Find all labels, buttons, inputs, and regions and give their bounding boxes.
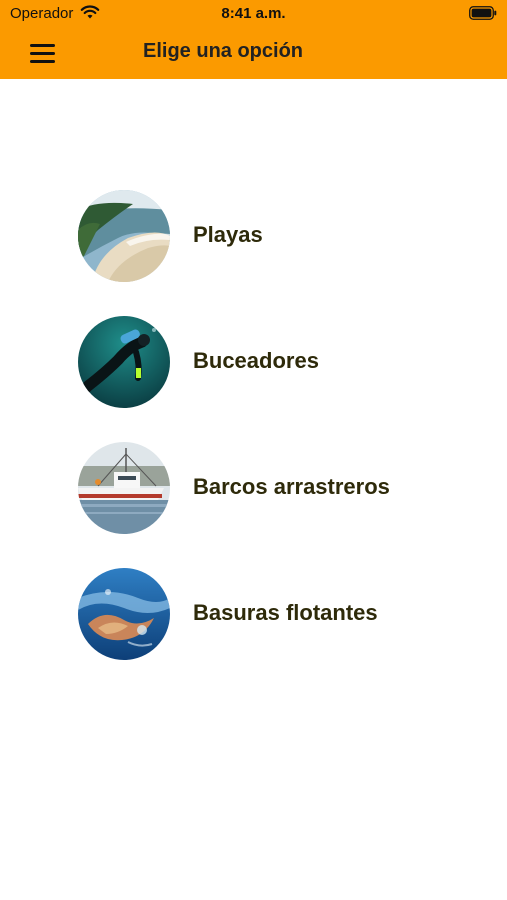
page-title: Elige una opción <box>143 40 304 62</box>
trawler-boat-photo-icon <box>78 442 170 534</box>
top-bar: Operador 8:41 a.m. Elige una opción <box>0 0 507 79</box>
option-basuras-flotantes[interactable]: Basuras flotantes <box>78 568 498 660</box>
diver-photo-icon <box>78 316 170 408</box>
beach-photo-icon <box>78 190 170 282</box>
option-label: Buceadores <box>193 348 319 373</box>
option-label: Playas <box>193 222 263 247</box>
option-label: Basuras flotantes <box>193 600 378 625</box>
hamburger-menu-icon[interactable] <box>22 35 62 71</box>
battery-icon <box>469 6 497 20</box>
floating-trash-photo-icon <box>78 568 170 660</box>
option-playas[interactable]: Playas <box>78 190 498 282</box>
option-barcos-arrastreros[interactable]: Barcos arrastreros <box>78 442 498 534</box>
navigation-bar: Elige una opción <box>0 28 507 79</box>
status-bar: Operador 8:41 a.m. <box>0 0 507 28</box>
option-buceadores[interactable]: Buceadores <box>78 316 498 408</box>
status-time: 8:41 a.m. <box>221 5 286 22</box>
options-list: Playas Buceadores Barcos arrastreros Bas… <box>78 190 498 694</box>
option-label: Barcos arrastreros <box>193 474 390 499</box>
